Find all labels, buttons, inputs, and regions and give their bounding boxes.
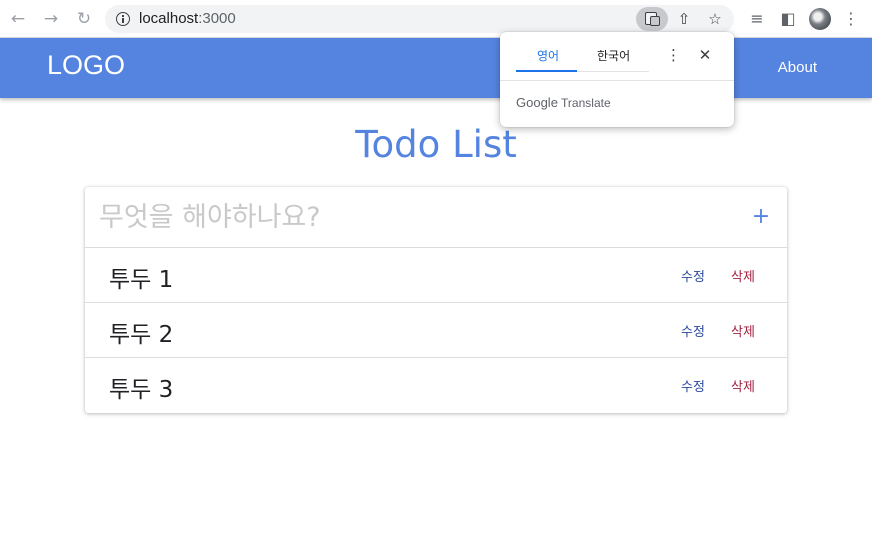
edit-button[interactable]: 수정 — [681, 321, 705, 340]
translate-icon[interactable] — [636, 7, 668, 31]
nav-link-about[interactable]: About — [778, 59, 817, 76]
edit-button[interactable]: 수정 — [681, 266, 705, 285]
tab-active-indicator — [516, 70, 577, 72]
forward-icon[interactable]: → — [40, 8, 62, 30]
side-panel-icon[interactable]: ◧ — [777, 8, 799, 30]
reading-list-icon[interactable]: ≡ — [746, 8, 768, 30]
tab-target-language[interactable]: 한국어 — [597, 47, 630, 64]
star-icon[interactable]: ☆ — [704, 9, 726, 29]
todo-card: + 투두 1 수정 삭제 투두 2 수정 삭제 투두 3 수정 삭제 — [85, 187, 787, 413]
todo-item: 투두 2 수정 삭제 — [85, 303, 787, 358]
google-translate-footer: Google Translate — [516, 95, 611, 110]
back-icon[interactable]: ← — [7, 8, 29, 30]
info-icon[interactable] — [116, 12, 130, 26]
todo-input-row: + — [85, 187, 787, 248]
todo-text: 투두 1 — [109, 267, 174, 293]
todo-item: 투두 1 수정 삭제 — [85, 248, 787, 303]
kebab-menu-icon[interactable]: ⋮ — [666, 45, 681, 65]
delete-button[interactable]: 삭제 — [731, 266, 755, 285]
add-todo-button[interactable]: + — [749, 204, 773, 230]
logo[interactable]: LOGO — [47, 50, 125, 81]
tab-source-language[interactable]: 영어 — [537, 47, 559, 64]
google-logo: Google — [516, 95, 558, 110]
app-header: LOGO About — [0, 38, 872, 98]
address-bar[interactable]: localhost:3000 ⇧ ☆ — [105, 5, 734, 33]
kebab-menu-icon[interactable]: ⋮ — [840, 8, 862, 30]
url-text[interactable]: localhost:3000 — [139, 10, 236, 27]
browser-toolbar: ← → ↻ localhost:3000 ⇧ ☆ ≡ ◧ ⋮ — [0, 0, 872, 38]
reload-icon[interactable]: ↻ — [73, 8, 95, 30]
share-icon[interactable]: ⇧ — [673, 9, 695, 29]
edit-button[interactable]: 수정 — [681, 376, 705, 395]
avatar[interactable] — [809, 8, 831, 30]
translate-label: Translate — [561, 96, 611, 110]
todo-text: 투두 2 — [109, 322, 174, 348]
divider — [500, 80, 734, 81]
close-icon[interactable]: ✕ — [697, 45, 713, 65]
delete-button[interactable]: 삭제 — [731, 321, 755, 340]
todo-text: 투두 3 — [109, 377, 174, 403]
todo-input[interactable] — [99, 197, 719, 237]
delete-button[interactable]: 삭제 — [731, 376, 755, 395]
page-title: Todo List — [355, 123, 517, 166]
todo-item: 투두 3 수정 삭제 — [85, 358, 787, 413]
translate-popup: 영어 한국어 ⋮ ✕ Google Translate — [500, 32, 734, 127]
